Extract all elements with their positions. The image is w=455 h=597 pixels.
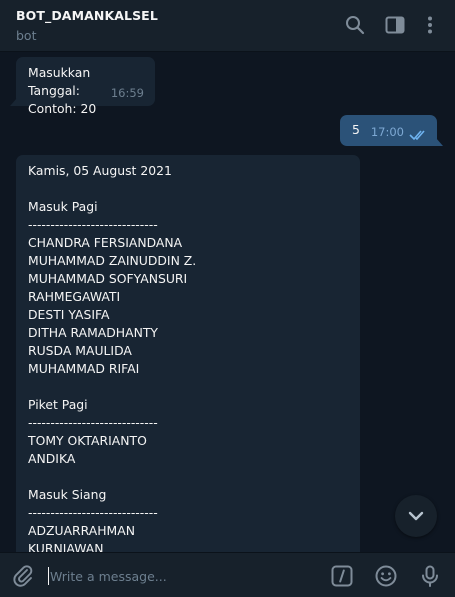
message-text-line: ----------------------------- xyxy=(28,415,158,430)
message-composer xyxy=(0,552,455,597)
message-text-line: ----------------------------- xyxy=(28,505,158,520)
text-cursor xyxy=(48,567,49,585)
message-text-line: MUHAMMAD RIFAI xyxy=(28,361,140,376)
search-icon[interactable] xyxy=(343,13,367,37)
message-text-line: Contoh: 20 xyxy=(28,101,97,116)
message-text-line: DITHA RAMADHANTY xyxy=(28,325,158,340)
chat-subtitle: bot xyxy=(16,28,37,43)
message-text-line xyxy=(28,180,348,198)
message-text-line: MUHAMMAD ZAINUDDIN Z. xyxy=(28,253,197,268)
chat-title[interactable]: BOT_DAMANKALSEL xyxy=(16,8,158,23)
message-text-line: DESTI YASIFA xyxy=(28,307,110,322)
message-text-line xyxy=(28,378,348,396)
message-text-line: KURNIAWAN xyxy=(28,541,104,552)
message-text-line: Piket Pagi xyxy=(28,397,88,412)
message-text-line: ANDIKA xyxy=(28,451,76,466)
chevron-down-icon xyxy=(408,511,424,521)
bubble-tail xyxy=(436,138,443,146)
message-text-line: ----------------------------- xyxy=(28,217,158,232)
message-text-line: Masuk Pagi xyxy=(28,199,98,214)
message-text-line: MUHAMMAD SOFYANSURI xyxy=(28,271,188,286)
scroll-to-bottom-button[interactable] xyxy=(395,495,437,537)
emoji-icon[interactable] xyxy=(373,563,399,589)
message-text-line xyxy=(28,468,348,486)
message-list[interactable]: Masukkan Tanggal: Contoh: 20 16:59 5 17:… xyxy=(0,52,455,552)
bot-commands-icon[interactable] xyxy=(329,563,355,589)
read-checkmarks-icon xyxy=(409,128,429,141)
message-time: 17:00 xyxy=(370,125,404,139)
attach-icon[interactable] xyxy=(10,563,36,589)
sidebar-toggle-icon[interactable] xyxy=(383,13,407,37)
message-text-line: RAHMEGAWATI xyxy=(28,289,121,304)
message-text-line: Masuk Siang xyxy=(28,487,107,502)
microphone-icon[interactable] xyxy=(417,563,443,589)
bubble-tail xyxy=(10,98,17,106)
message-text-line: TOMY OKTARIANTO xyxy=(28,433,147,448)
message-text-line: RUSDA MAULIDA xyxy=(28,343,132,358)
message-time: 16:59 xyxy=(110,86,144,100)
more-options-icon[interactable] xyxy=(418,13,442,37)
message-text-line: ADZUARRAHMAN xyxy=(28,523,135,538)
incoming-message[interactable]: Masukkan Tanggal: Contoh: 20 16:59 xyxy=(10,57,155,116)
message-input[interactable] xyxy=(50,563,310,589)
chat-header: BOT_DAMANKALSEL bot xyxy=(0,0,455,52)
outgoing-message[interactable]: 5 17:00 xyxy=(340,115,443,146)
message-text-line: CHANDRA FERSIANDANA xyxy=(28,235,183,250)
message-text-line: Kamis, 05 August 2021 xyxy=(28,163,172,178)
incoming-message[interactable]: Kamis, 05 August 2021 Masuk Pagi -------… xyxy=(16,155,360,552)
